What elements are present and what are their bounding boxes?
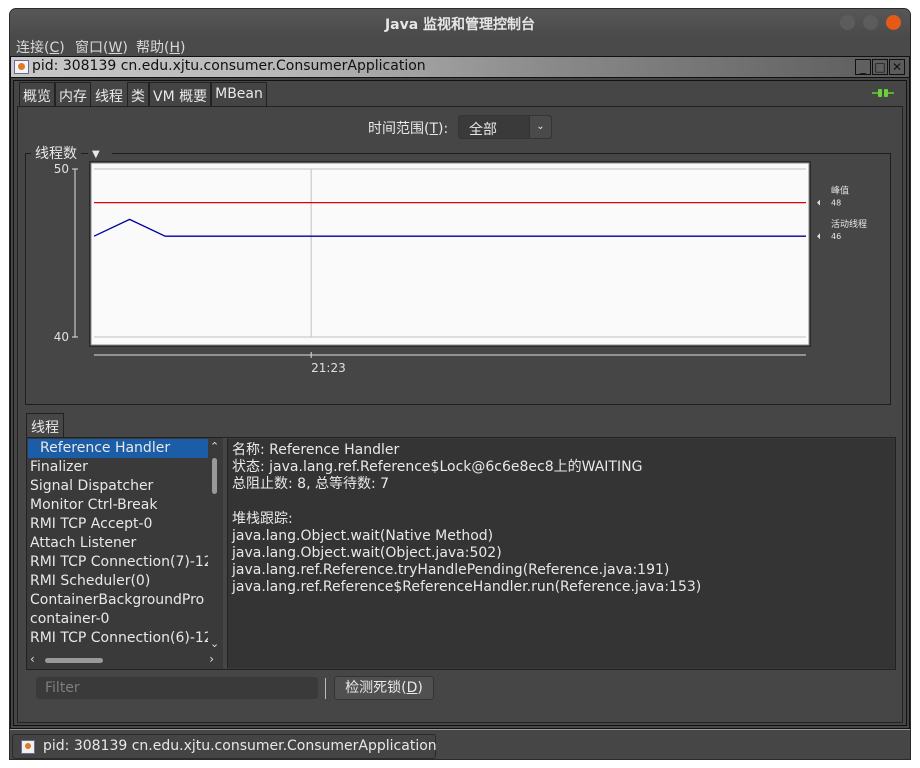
thread-list-item[interactable]: Finalizer <box>28 458 208 477</box>
connection-status-icon <box>872 89 894 97</box>
scroll-down-icon[interactable]: ⌄ <box>210 637 219 650</box>
tab-bar: 概览 内存 线程 类 VM 概要 MBean <box>19 82 267 106</box>
legend-series-name: 峰值 <box>831 185 849 197</box>
menu-bar: 连接(C) 窗口(W) 帮助(H) <box>10 37 910 56</box>
minimize-button[interactable] <box>840 15 855 30</box>
thread-list-item[interactable]: RMI TCP Connection(7)-12 <box>28 553 208 572</box>
detect-deadlock-button[interactable]: 检测死锁(D) <box>334 676 434 700</box>
separator <box>325 678 326 699</box>
time-range-label: 时间范围(T): <box>368 121 449 137</box>
taskbar-frame-label: pid: 308139 cn.edu.xjtu.consumer.Consume… <box>43 738 437 754</box>
tab-overview[interactable]: 概览 <box>19 82 55 106</box>
thread-counts-line: 总阻止数: 8, 总等待数: 7 <box>232 476 390 493</box>
y-tick-label: 50 <box>54 162 69 176</box>
time-range-select[interactable]: 全部 ⌄ <box>458 115 552 139</box>
window-title: Java 监视和管理控制台 <box>384 17 536 33</box>
thread-list-item[interactable]: Attach Listener <box>28 534 208 553</box>
thread-detail-text[interactable]: 名称: Reference Handler 状态: java.lang.ref.… <box>227 439 895 668</box>
scroll-thumb[interactable] <box>45 658 103 663</box>
thread-list-item[interactable]: container-0 <box>28 610 208 629</box>
y-tick-label: 40 <box>54 330 69 344</box>
stack-trace-header: 堆栈跟踪: <box>232 510 293 527</box>
stack-frame: java.lang.ref.Reference$ReferenceHandler… <box>232 579 702 596</box>
thread-list-item[interactable]: RMI TCP Accept-0 <box>28 515 208 534</box>
thread-name-line: 名称: Reference Handler <box>232 442 400 458</box>
java-app-icon <box>14 60 29 74</box>
scroll-right-icon[interactable]: › <box>209 652 214 666</box>
thread-list-vertical-scrollbar[interactable]: ⌃ ⌄ <box>208 439 222 652</box>
thread-list[interactable]: Reference Handler Finalizer Signal Dispatc… <box>28 439 208 652</box>
legend-pointer-icon <box>817 199 820 206</box>
java-app-icon <box>21 740 35 754</box>
taskbar-frame-button[interactable]: pid: 308139 cn.edu.xjtu.consumer.Consume… <box>12 734 437 759</box>
legend-series-value: 46 <box>831 232 841 241</box>
thread-list-item[interactable]: Signal Dispatcher <box>28 477 208 496</box>
legend-pointer-icon <box>817 233 820 240</box>
close-button[interactable] <box>886 15 901 30</box>
stack-frame: java.lang.ref.Reference.tryHandlePending… <box>232 562 670 579</box>
stack-frame: java.lang.Object.wait(Native Method) <box>232 527 494 544</box>
thread-list-horizontal-scrollbar[interactable]: ‹ › <box>28 652 222 669</box>
jconsole-window: Java 监视和管理控制台 连接(C) 窗口(W) 帮助(H) pid: 308… <box>9 8 911 760</box>
threads-tab-content: 时间范围(T): 全部 ⌄ 线程数 ▼ 40 50 21:23 峰值 48 活动线程 46 … <box>17 106 903 723</box>
legend-series-value: 48 <box>831 199 841 208</box>
internal-frame-title-bar[interactable]: pid: 308139 cn.edu.xjtu.consumer.Consume… <box>11 57 909 78</box>
frame-minimize-button[interactable]: _ <box>855 59 871 75</box>
thread-count-chart-panel: 线程数 ▼ 40 50 21:23 峰值 48 活动线程 46 <box>25 143 891 405</box>
thread-filter-input[interactable] <box>36 677 318 699</box>
thread-list-item[interactable]: Reference Handler <box>28 439 208 458</box>
internal-frame-taskbar: pid: 308139 cn.edu.xjtu.consumer.Consume… <box>10 729 910 759</box>
tab-classes[interactable]: 类 <box>127 82 149 106</box>
scroll-up-icon[interactable]: ⌃ <box>210 440 219 453</box>
stack-frame: java.lang.Object.wait(Object.java:502) <box>232 545 502 562</box>
thread-list-item[interactable]: RMI Scheduler(0) <box>28 572 208 591</box>
thread-list-item[interactable]: ContainerBackgroundPro <box>28 591 208 610</box>
thread-list-item[interactable]: RMI TCP Connection(6)-12 <box>28 629 208 648</box>
threads-list-tab[interactable]: 线程 <box>26 413 64 437</box>
chevron-down-icon[interactable]: ⌄ <box>529 116 551 138</box>
internal-frame-title: pid: 308139 cn.edu.xjtu.consumer.Consume… <box>32 58 426 74</box>
tab-threads[interactable]: 线程 <box>91 82 127 106</box>
menu-connection[interactable]: 连接(C) <box>16 37 65 57</box>
menu-help[interactable]: 帮助(H) <box>136 37 185 57</box>
plot-background <box>90 162 810 346</box>
thread-list-item[interactable]: Monitor Ctrl-Break <box>28 496 208 515</box>
thread-state-line: 状态: java.lang.ref.Reference$Lock@6c6e8ec… <box>232 459 643 476</box>
thread-count-chart: 40 50 21:23 峰值 48 活动线程 46 <box>54 161 867 375</box>
maximize-button[interactable] <box>863 15 878 30</box>
frame-close-button[interactable]: ✕ <box>889 59 905 75</box>
filter-row: 检测死锁(D) <box>26 673 896 703</box>
tab-memory[interactable]: 内存 <box>55 82 91 106</box>
scroll-thumb[interactable] <box>212 458 217 494</box>
legend-series-name: 活动线程 <box>831 218 867 230</box>
tab-vm-summary[interactable]: VM 概要 <box>149 82 212 106</box>
scroll-left-icon[interactable]: ‹ <box>30 652 35 666</box>
frame-maximize-button[interactable]: □ <box>872 59 888 75</box>
x-tick-label: 21:23 <box>311 361 346 375</box>
tab-mbean[interactable]: MBean <box>211 82 267 106</box>
threads-panel: Reference Handler Finalizer Signal Dispatc… <box>26 437 896 670</box>
title-bar[interactable]: Java 监视和管理控制台 <box>10 9 910 37</box>
menu-window[interactable]: 窗口(W) <box>75 37 128 57</box>
tabbed-pane: 概览 内存 线程 类 VM 概要 MBean 时间范围(T): 全部 ⌄ 线程数… <box>13 80 907 726</box>
connection-internal-frame: pid: 308139 cn.edu.xjtu.consumer.Consume… <box>10 56 910 729</box>
time-range-value: 全部 <box>469 122 497 138</box>
